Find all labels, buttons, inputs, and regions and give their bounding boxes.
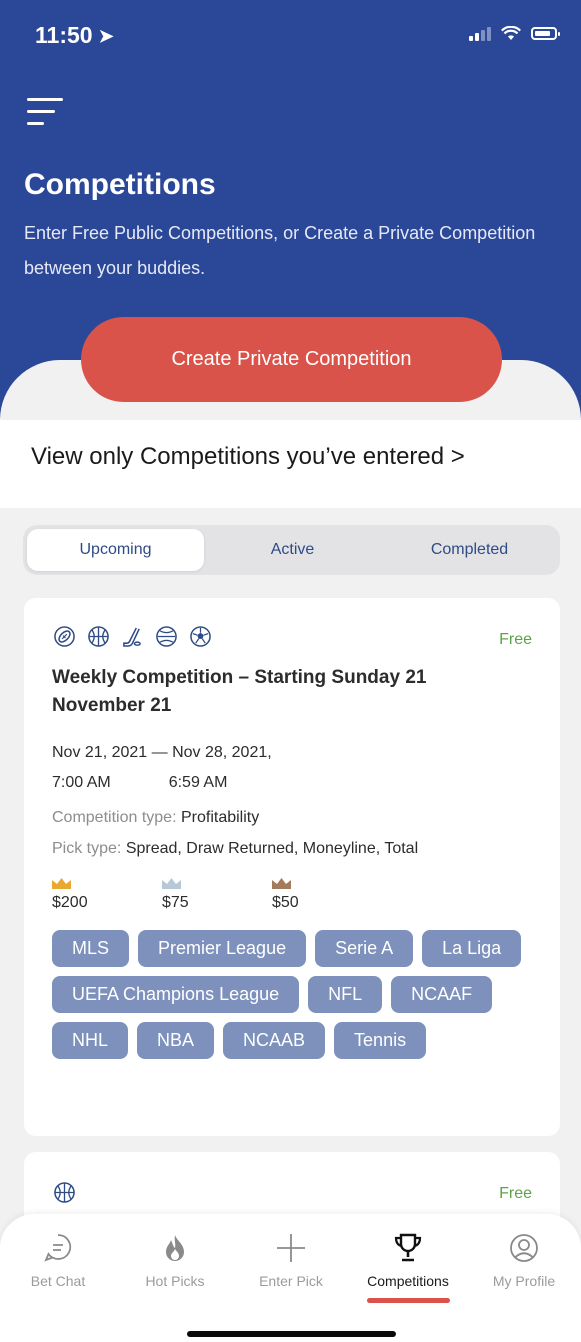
soccer-icon: [190, 626, 211, 647]
league-chip[interactable]: NHL: [52, 1022, 129, 1059]
home-indicator: [187, 1331, 396, 1337]
nav-label: Bet Chat: [30, 1273, 86, 1289]
time-range: 7:00 AM 6:59 AM: [52, 768, 272, 798]
prize-third: $50: [272, 878, 382, 912]
competition-card[interactable]: Free Weekly Competition – Starting Sunda…: [24, 598, 560, 1136]
pick-type-label: Pick type:: [52, 840, 122, 857]
signal-icon: [469, 26, 491, 41]
page-subtitle: Enter Free Public Competitions, or Creat…: [24, 223, 536, 278]
tab-active[interactable]: Active: [204, 529, 381, 571]
basketball-icon: [54, 1182, 75, 1203]
nav-bet-chat[interactable]: Bet Chat: [3, 1232, 113, 1289]
sport-icons: [54, 626, 211, 647]
nav-competitions[interactable]: Competitions: [353, 1232, 463, 1289]
plus-icon: [277, 1234, 305, 1262]
active-tab-indicator: [367, 1298, 450, 1303]
competition-dates: Nov 21, 2021 — Nov 28, 2021, 7:00 AM 6:59…: [52, 738, 272, 798]
silver-crown-icon: [162, 878, 181, 889]
gold-crown-icon: [52, 878, 71, 889]
chat-icon: [44, 1234, 72, 1262]
competition-type: Competition type: Profitability: [52, 809, 259, 827]
price-label: Free: [499, 1185, 532, 1202]
nav-label: My Profile: [492, 1273, 556, 1289]
prize-list: $200 $75 $50: [52, 878, 382, 912]
flame-icon: [166, 1235, 184, 1261]
basketball-icon: [88, 626, 109, 647]
profile-icon: [510, 1234, 538, 1262]
nav-my-profile[interactable]: My Profile: [469, 1232, 579, 1289]
nav-label: Competitions: [367, 1273, 449, 1289]
competition-type-label: Competition type:: [52, 809, 177, 826]
prize-amount: $75: [162, 894, 189, 911]
nav-label: Hot Picks: [145, 1273, 205, 1289]
date-range: Nov 21, 2021 — Nov 28, 2021,: [52, 744, 272, 761]
status-time-text: 11:50: [35, 22, 93, 48]
pick-type-value: Spread, Draw Returned, Moneyline, Total: [125, 840, 419, 857]
prize-second: $75: [162, 878, 272, 912]
league-chips: MLS Premier League Serie A La Liga UEFA …: [52, 930, 542, 1059]
hockey-icon: [123, 627, 141, 647]
league-chip[interactable]: Premier League: [138, 930, 307, 967]
tab-upcoming[interactable]: Upcoming: [27, 529, 204, 571]
competition-type-value: Profitability: [180, 809, 260, 826]
end-time: 6:59 AM: [168, 774, 228, 791]
price-label: Free: [499, 631, 532, 648]
league-chip[interactable]: Serie A: [315, 930, 414, 967]
pick-type: Pick type: Spread, Draw Returned, Moneyl…: [52, 840, 418, 858]
view-entered-link[interactable]: View only Competitions you’ve entered >: [31, 443, 465, 471]
league-chip[interactable]: NFL: [308, 976, 383, 1013]
tab-completed[interactable]: Completed: [381, 529, 558, 571]
create-private-competition-button[interactable]: Create Private Competition: [81, 317, 502, 402]
page-title: Competitions: [24, 168, 216, 201]
trophy-icon: [394, 1233, 422, 1262]
league-chip[interactable]: Tennis: [334, 1022, 427, 1059]
start-time: 7:00 AM: [52, 774, 111, 791]
soccer-ball-icon: [156, 626, 177, 647]
battery-icon: [531, 27, 560, 40]
bottom-nav: Bet Chat Hot Picks Enter Pick Competitio…: [0, 1214, 581, 1342]
league-chip[interactable]: NBA: [137, 1022, 215, 1059]
sport-icons: [54, 1182, 75, 1203]
location-arrow-icon: ➤: [98, 26, 114, 47]
prize-amount: $200: [52, 894, 88, 911]
status-icons: [469, 26, 560, 41]
league-chip[interactable]: MLS: [52, 930, 130, 967]
league-chip[interactable]: La Liga: [422, 930, 522, 967]
league-chip[interactable]: NCAAF: [391, 976, 493, 1013]
prize-first: $200: [52, 878, 162, 912]
nav-hot-picks[interactable]: Hot Picks: [120, 1232, 230, 1289]
nav-enter-pick[interactable]: Enter Pick: [236, 1232, 346, 1289]
wifi-icon: [501, 26, 521, 40]
menu-icon[interactable]: [27, 98, 63, 126]
league-chip[interactable]: UEFA Champions League: [52, 976, 300, 1013]
bronze-crown-icon: [272, 878, 291, 889]
league-chip[interactable]: NCAAB: [223, 1022, 326, 1059]
competition-tabs: Upcoming Active Completed: [23, 525, 560, 575]
nav-label: Enter Pick: [259, 1273, 323, 1289]
status-time: 11:50 ➤: [35, 22, 114, 49]
competition-title: Weekly Competition – Starting Sunday 21 …: [52, 667, 427, 716]
football-icon: [54, 626, 75, 647]
prize-amount: $50: [272, 894, 299, 911]
